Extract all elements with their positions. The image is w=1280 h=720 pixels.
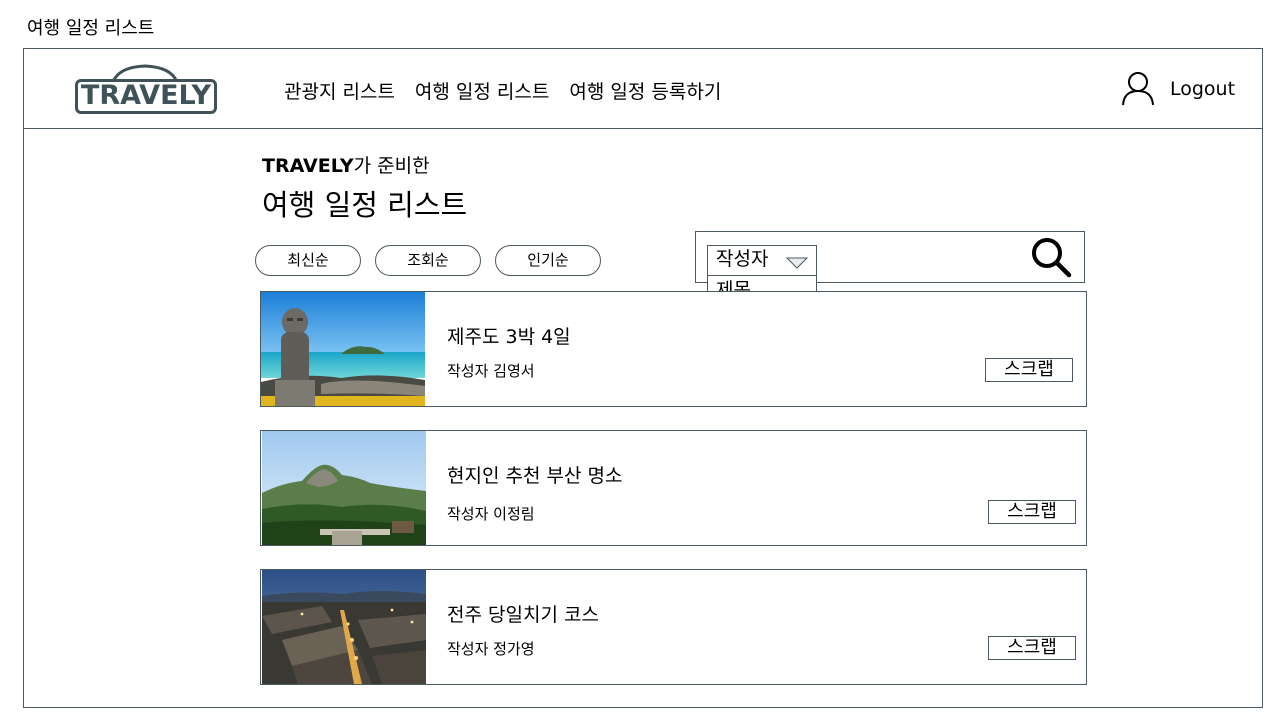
thumbnail-jeonju-image <box>262 570 426 684</box>
nav-item-register-itinerary[interactable]: 여행 일정 등록하기 <box>569 77 721 104</box>
card-title[interactable]: 제주도 3박 4일 <box>447 322 571 349</box>
card-author: 작성자 정가영 <box>447 640 535 658</box>
subtitle-text: 가 준비한 <box>353 155 430 177</box>
itinerary-card[interactable]: 현지인 추천 부산 명소 작성자 이정림 스크랩 <box>260 430 1087 546</box>
search-type-select[interactable]: 작성자 <box>707 245 817 276</box>
scrap-button[interactable]: 스크랩 <box>985 358 1073 382</box>
search-type-selected: 작성자 <box>716 248 769 270</box>
logout-link[interactable]: Logout <box>1170 78 1235 100</box>
user-icon[interactable] <box>1120 71 1156 107</box>
scrap-button[interactable]: 스크랩 <box>988 500 1076 524</box>
page-caption: 여행 일정 리스트 <box>27 18 155 39</box>
user-area: Logout <box>1120 71 1235 107</box>
sort-latest-button[interactable]: 최신순 <box>255 245 361 276</box>
wireframe-frame: TRAVELY 관광지 리스트 여행 일정 리스트 여행 일정 등록하기 Log… <box>23 48 1263 708</box>
itinerary-card[interactable]: 제주도 3박 4일 작성자 김영서 스크랩 <box>260 291 1087 407</box>
page-subtitle: TRAVELY가 준비한 <box>262 151 430 178</box>
page-title: 여행 일정 리스트 <box>262 188 468 222</box>
logo-text: TRAVELY <box>80 80 212 111</box>
scrap-button[interactable]: 스크랩 <box>988 636 1076 660</box>
sort-views-button[interactable]: 조회순 <box>375 245 481 276</box>
nav-item-itinerary-list[interactable]: 여행 일정 리스트 <box>415 77 549 104</box>
dropdown-caret-icon <box>786 257 808 269</box>
nav-item-attractions[interactable]: 관광지 리스트 <box>284 77 395 104</box>
card-author: 작성자 이정림 <box>447 505 535 523</box>
sort-filters: 최신순 조회순 인기순 <box>255 245 601 276</box>
sort-popular-button[interactable]: 인기순 <box>495 245 601 276</box>
itinerary-card[interactable]: 전주 당일치기 코스 작성자 정가영 스크랩 <box>260 569 1087 685</box>
travely-logo[interactable]: TRAVELY <box>75 63 217 115</box>
card-author: 작성자 김영서 <box>447 362 535 380</box>
card-title[interactable]: 전주 당일치기 코스 <box>447 600 599 627</box>
search-icon[interactable] <box>1030 236 1072 278</box>
thumbnail-busan-image <box>262 431 426 545</box>
main-nav: 관광지 리스트 여행 일정 리스트 여행 일정 등록하기 <box>284 77 721 104</box>
header: TRAVELY 관광지 리스트 여행 일정 리스트 여행 일정 등록하기 Log… <box>24 49 1262 129</box>
thumbnail-jeju-image <box>261 292 425 406</box>
card-title[interactable]: 현지인 추천 부산 명소 <box>447 461 622 488</box>
subtitle-brand: TRAVELY <box>262 155 354 177</box>
